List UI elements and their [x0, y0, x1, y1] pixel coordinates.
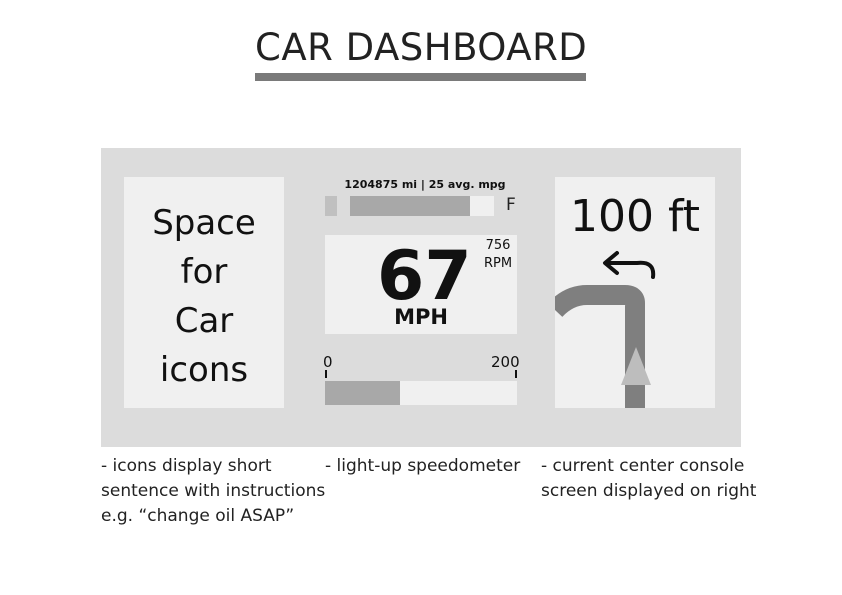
speedometer-bar: [325, 381, 517, 405]
speedometer-min-label: 0: [323, 353, 333, 371]
placeholder-line: Space: [152, 203, 256, 243]
note-line: - icons display short: [101, 456, 272, 476]
speedometer-min-tick: [325, 370, 327, 378]
route-map: [555, 251, 656, 408]
speedometer-max-tick: [515, 370, 517, 378]
note-icons: - icons display short sentence with inst…: [101, 454, 325, 529]
car-icons-placeholder: Space for Car icons: [124, 199, 284, 395]
car-icons-panel: Space for Car icons: [124, 177, 284, 408]
fuel-gauge: [350, 196, 494, 216]
speed-display: 67 MPH 756 RPM: [325, 235, 517, 334]
note-console: - current center console screen displaye…: [541, 454, 756, 504]
note-speedometer: - light-up speedometer: [325, 454, 520, 479]
note-line: - current center console: [541, 456, 745, 476]
speed-unit: MPH: [394, 305, 448, 329]
speedometer-bar-fill: [325, 381, 400, 405]
page-title: CAR DASHBOARD: [255, 26, 588, 69]
placeholder-line: for: [180, 252, 228, 292]
speedometer-max-label: 200: [491, 353, 520, 371]
fuel-gauge-fill: [350, 196, 470, 216]
fuel-full-label: F: [506, 195, 516, 215]
note-line: - light-up speedometer: [325, 456, 521, 476]
rpm-value: 756: [485, 238, 511, 253]
note-line: e.g. “change oil ASAP”: [101, 506, 295, 526]
route-path: [555, 285, 645, 408]
rpm-readout: 756 RPM: [481, 237, 515, 273]
note-line: screen displayed on right: [541, 481, 757, 501]
placeholder-line: Car: [174, 301, 234, 341]
dashboard-mockup: Space for Car icons 1204875 mi | 25 avg.…: [101, 148, 741, 447]
odometer-readout: 1204875 mi | 25 avg. mpg: [344, 178, 506, 191]
navigation-panel: 100 ft: [555, 177, 715, 408]
rpm-label: RPM: [483, 256, 513, 271]
page: CAR DASHBOARD Space for Car icons 120487…: [0, 0, 842, 595]
title-underline: [255, 73, 586, 81]
speed-value: 67: [377, 237, 472, 316]
left-turn-arrow-icon: [603, 251, 656, 279]
note-line: sentence with instructions: [101, 481, 326, 501]
fuel-empty-marker: [325, 196, 337, 216]
placeholder-line: icons: [159, 350, 249, 390]
